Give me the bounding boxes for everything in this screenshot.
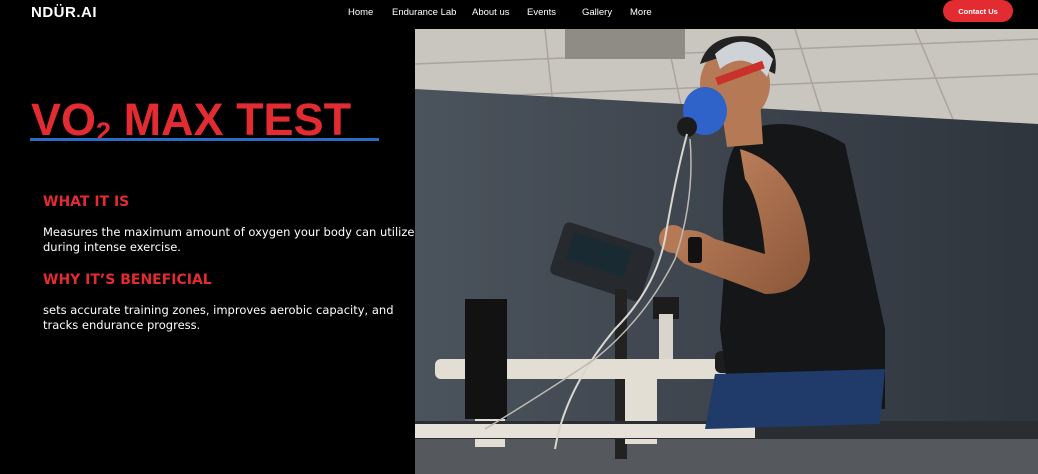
- site-header: NDÜR.AI Home Endurance Lab About us Even…: [0, 0, 1038, 26]
- nav-item-more[interactable]: More: [630, 7, 652, 18]
- nav-item-events[interactable]: Events: [527, 7, 556, 18]
- title-underline: [30, 138, 379, 141]
- hero-photo: [415, 29, 1038, 474]
- nav-item-endurance-lab[interactable]: Endurance Lab: [392, 7, 456, 18]
- contact-us-button[interactable]: Contact Us: [943, 0, 1013, 22]
- nav-item-gallery[interactable]: Gallery: [582, 7, 612, 18]
- treadmill-vo2-test-photo: [415, 29, 1038, 474]
- what-it-is-text: Measures the maximum amount of oxygen yo…: [43, 225, 415, 254]
- why-beneficial-text: sets accurate training zones, improves a…: [43, 303, 394, 332]
- why-beneficial-heading: WHY IT’S BENEFICIAL: [43, 272, 212, 288]
- nav-item-home[interactable]: Home: [348, 7, 373, 18]
- nav-item-about-us[interactable]: About us: [472, 7, 510, 18]
- title-subscript: 2: [96, 117, 112, 147]
- site-logo[interactable]: NDÜR.AI: [31, 4, 97, 21]
- what-it-is-heading: WHAT IT IS: [43, 194, 130, 210]
